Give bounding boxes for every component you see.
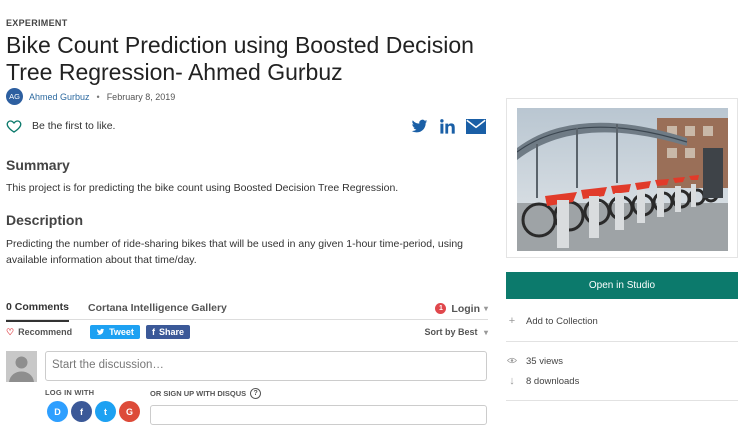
facebook-share-button[interactable]: f Share	[145, 325, 190, 339]
login-with-label: LOG IN WITH	[45, 388, 95, 397]
signup-label: OR SIGN UP WITH DISQUS ?	[150, 388, 262, 399]
sort-label: Sort by Best	[424, 327, 478, 337]
user-silhouette-icon	[6, 351, 37, 382]
comment-input[interactable]: Start the discussion…	[45, 351, 487, 381]
share-label: Share	[158, 327, 184, 337]
recommend-label: Recommend	[18, 327, 73, 337]
eye-icon	[506, 355, 518, 367]
chevron-down-icon: ▾	[483, 304, 488, 313]
help-icon[interactable]: ?	[250, 388, 262, 399]
user-avatar	[6, 351, 37, 382]
twitter-login-button[interactable]: t	[95, 401, 116, 422]
share-links	[410, 118, 486, 135]
byline-separator: •	[96, 91, 100, 102]
google-login-button[interactable]: G	[119, 401, 140, 422]
download-icon: ↓	[509, 375, 515, 387]
add-to-collection-button[interactable]: + Add to Collection	[507, 315, 598, 327]
plus-icon: +	[508, 315, 516, 327]
open-in-studio-button[interactable]: Open in Studio	[506, 272, 738, 299]
twitter-icon[interactable]	[410, 118, 429, 135]
summary-heading: Summary	[6, 157, 70, 173]
page-title: Bike Count Prediction using Boosted Deci…	[6, 32, 474, 85]
comments-nav: 0 Comments Cortana Intelligence Gallery …	[6, 296, 488, 322]
author-avatar[interactable]: AG	[6, 88, 23, 105]
byline: AG Ahmed Gurbuz • February 8, 2019	[6, 88, 175, 105]
disqus-login-button[interactable]: D	[47, 401, 68, 422]
notification-badge: 1	[435, 303, 447, 314]
add-to-collection-label: Add to Collection	[526, 315, 598, 327]
linkedin-icon[interactable]	[439, 118, 456, 135]
sort-menu[interactable]: Sort by Best ▾	[424, 327, 488, 337]
content-type-label: EXPERIMENT	[6, 18, 68, 28]
summary-text: This project is for predicting the bike …	[6, 182, 399, 194]
comment-actions: ♡ Recommend Tweet f Share Sort by Best ▾	[6, 324, 488, 340]
tab-community[interactable]: Cortana Intelligence Gallery	[88, 302, 227, 321]
views-count: 35 views	[526, 355, 563, 367]
heart-outline-icon: ♡	[6, 326, 15, 337]
twitter-bird-icon	[96, 328, 105, 335]
signup-text: OR SIGN UP WITH DISQUS	[150, 389, 247, 398]
views-stat: 35 views	[506, 355, 563, 367]
tweet-label: Tweet	[109, 327, 134, 337]
social-login-buttons: D f t G	[47, 401, 140, 422]
divider	[506, 400, 738, 401]
like-text: Be the first to like.	[32, 120, 116, 132]
author-link[interactable]: Ahmed Gurbuz	[29, 92, 90, 102]
thumbnail-image	[517, 108, 728, 251]
recommend-button[interactable]: ♡ Recommend	[6, 327, 72, 338]
tweet-button[interactable]: Tweet	[90, 325, 140, 339]
mail-icon[interactable]	[466, 119, 486, 134]
heart-icon[interactable]	[6, 118, 22, 134]
login-label: Login	[451, 302, 480, 315]
bike-station-image	[517, 108, 728, 251]
login-menu[interactable]: 1 Login ▾	[435, 303, 488, 315]
chevron-down-icon: ▾	[483, 328, 488, 337]
tab-comments[interactable]: 0 Comments	[6, 301, 70, 322]
name-field[interactable]	[150, 405, 487, 425]
facebook-login-button[interactable]: f	[71, 401, 92, 422]
divider	[506, 341, 738, 342]
downloads-stat: ↓ 8 downloads	[507, 375, 579, 387]
description-heading: Description	[6, 212, 84, 228]
experiment-thumbnail	[506, 98, 738, 258]
like-row: Be the first to like.	[6, 118, 115, 134]
description-text: Predicting the number of ride-sharing bi…	[6, 238, 463, 266]
publish-date: February 8, 2019	[106, 91, 176, 102]
facebook-icon: f	[151, 327, 155, 337]
downloads-count: 8 downloads	[526, 375, 580, 387]
